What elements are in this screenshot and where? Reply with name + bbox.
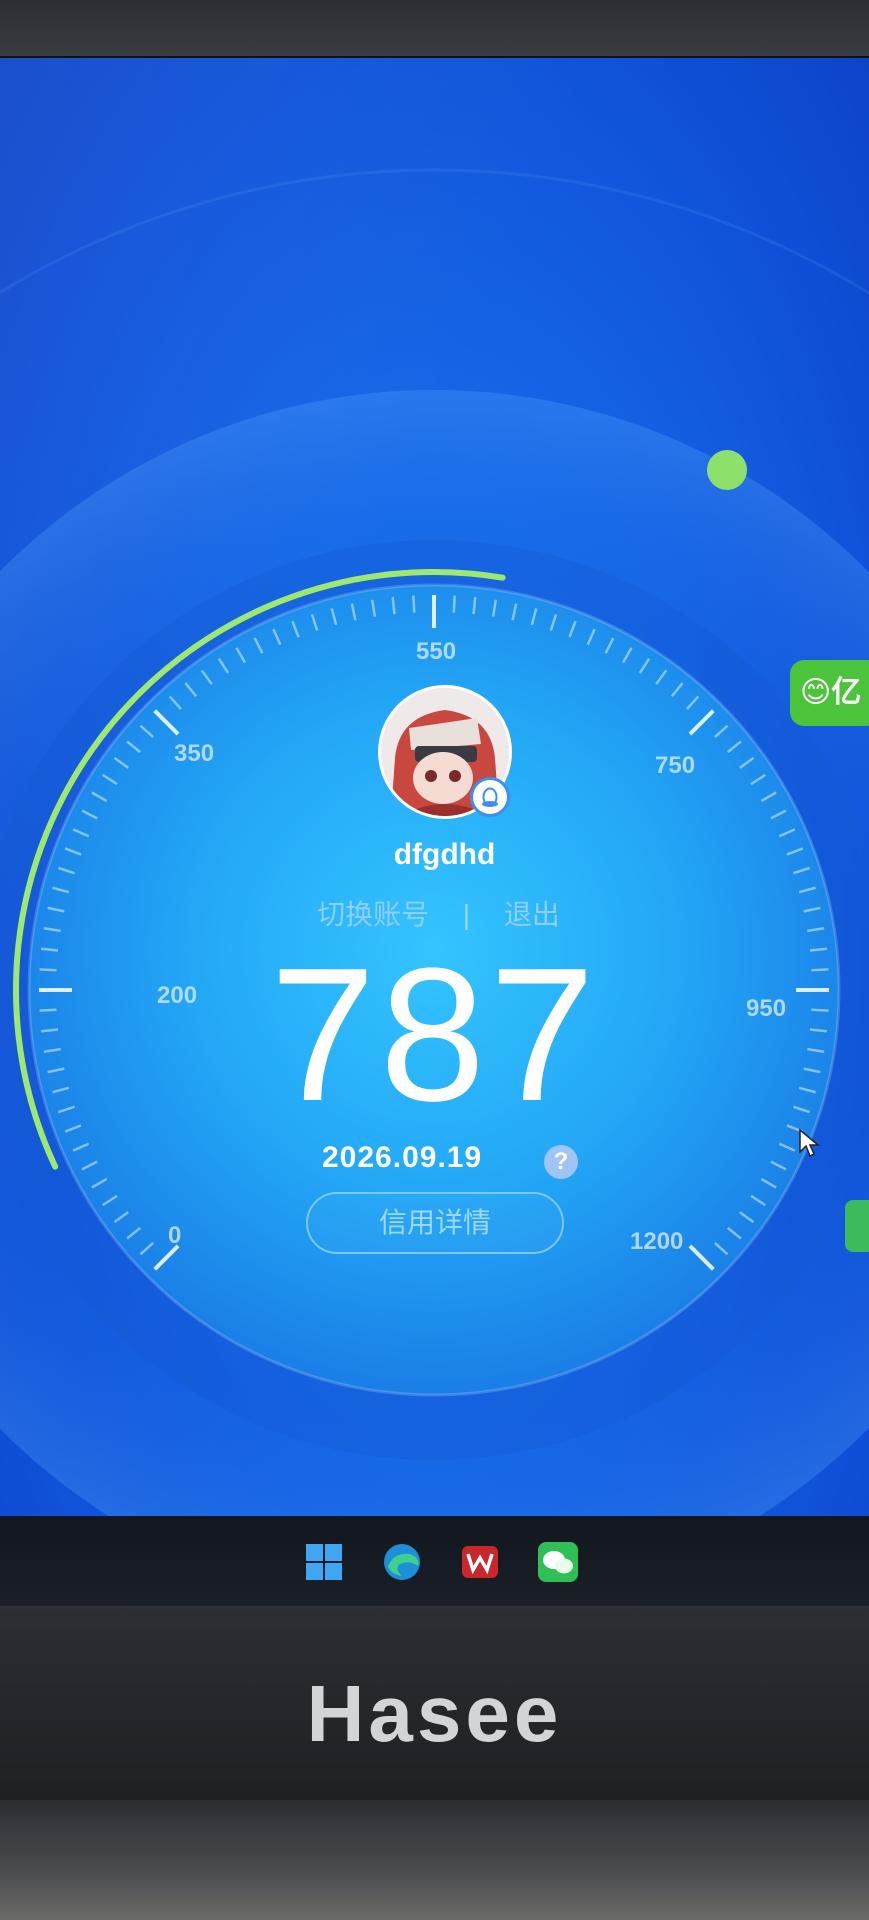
- laptop-hinge: [0, 1800, 869, 1920]
- side-badge[interactable]: [845, 1200, 869, 1252]
- qq-penguin-icon: [470, 777, 510, 817]
- help-icon[interactable]: ?: [544, 1145, 578, 1179]
- windows-start-icon[interactable]: [302, 1540, 346, 1584]
- tick-label-0: 0: [168, 1222, 182, 1249]
- gauge-minor-tick: [472, 597, 477, 615]
- score-date: 2026.09.19: [322, 1141, 483, 1174]
- credit-score-value: 787: [269, 929, 599, 1141]
- gauge-minor-tick: [391, 597, 396, 615]
- laptop-brand-logo: Hasee: [306, 1669, 563, 1758]
- username: dfgdhd: [393, 838, 496, 871]
- separator: |: [462, 899, 471, 930]
- windows-taskbar: [0, 1516, 869, 1606]
- chat-badge[interactable]: 😊亿: [790, 660, 869, 726]
- tick-label-350: 350: [174, 740, 215, 767]
- mouse-cursor-icon: [799, 1128, 820, 1158]
- tick-label-550: 550: [416, 638, 457, 665]
- progress-indicator-dot: [707, 450, 747, 490]
- credit-detail-button[interactable]: 信用详情: [306, 1192, 564, 1254]
- switch-account-link[interactable]: 切换账号: [317, 893, 429, 933]
- logout-link[interactable]: 退出: [504, 893, 560, 933]
- tick-label-750: 750: [655, 752, 696, 779]
- gauge-minor-tick: [412, 595, 416, 613]
- edge-browser-icon[interactable]: [380, 1540, 424, 1584]
- account-actions: 切换账号 | 退出: [0, 893, 869, 933]
- tick-label-1200: 1200: [630, 1228, 684, 1255]
- gauge-minor-tick: [452, 595, 456, 613]
- wps-office-icon[interactable]: [458, 1540, 502, 1584]
- wechat-icon[interactable]: [536, 1540, 580, 1584]
